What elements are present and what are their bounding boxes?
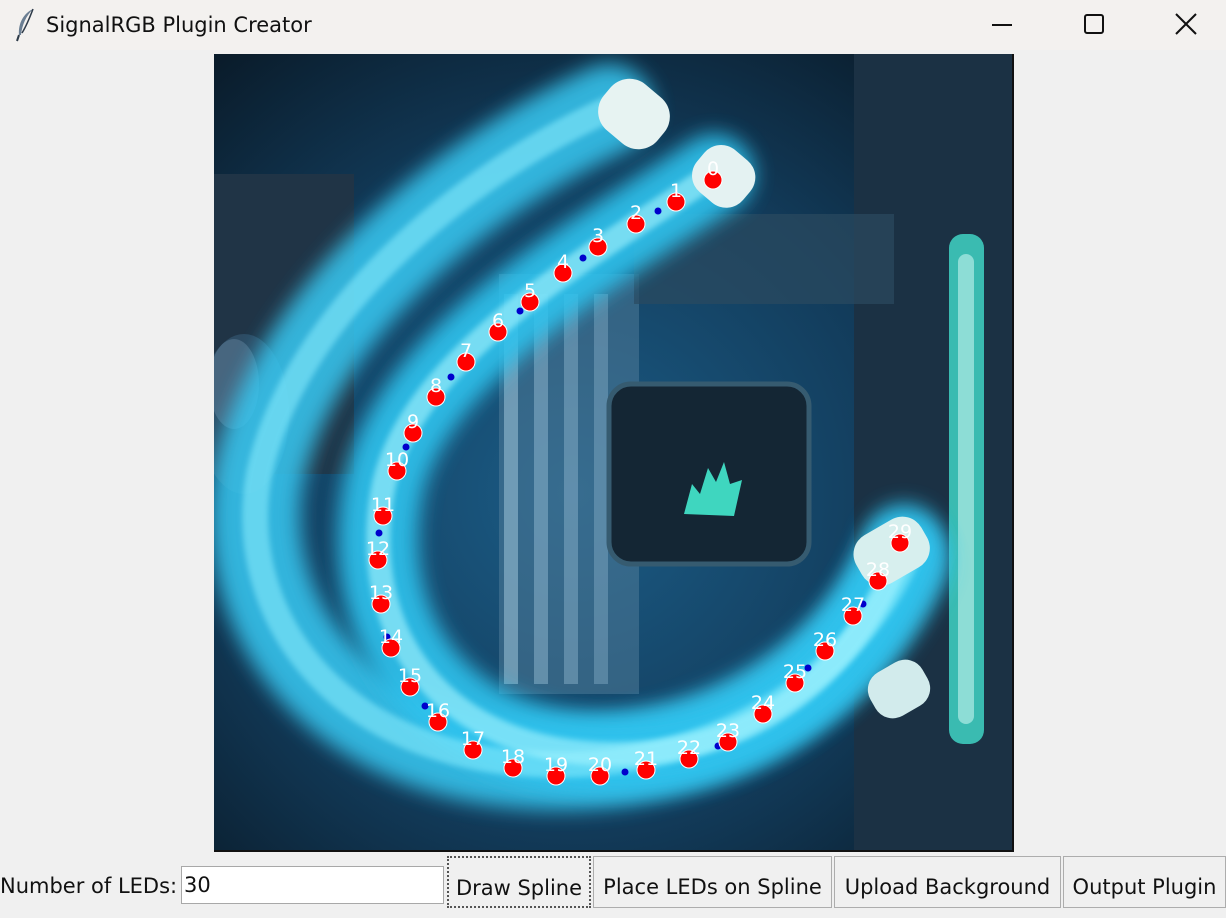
led-index-label: 25 [783,661,807,683]
led-index-label: 28 [866,559,890,581]
led-index-label: 18 [501,746,525,768]
led-index-label: 1 [670,180,682,202]
feather-icon [14,7,38,43]
maximize-icon [1084,14,1104,34]
output-plugin-button[interactable]: Output Plugin [1063,856,1226,908]
led-index-label: 11 [371,494,395,516]
led-index-label: 14 [379,626,403,648]
led-index-label: 5 [524,280,536,302]
spline-control-point[interactable] [516,307,524,315]
leds-count-input[interactable] [181,866,444,904]
led-index-label: 26 [813,629,837,651]
maximize-button[interactable] [1048,0,1140,50]
led-index-label: 0 [707,158,719,180]
leds-count-label: Number of LEDs: [0,874,178,898]
led-index-label: 17 [461,728,485,750]
upload-background-button[interactable]: Upload Background [834,856,1061,908]
led-index-label: 24 [751,692,775,714]
draw-spline-button[interactable]: Draw Spline [447,856,591,908]
led-index-label: 8 [430,375,442,397]
minimize-icon [992,24,1012,26]
spline-control-point[interactable] [447,373,455,381]
led-index-label: 16 [426,700,450,722]
led-index-label: 22 [677,737,701,759]
spline-control-point[interactable] [579,254,587,262]
minimize-button[interactable] [956,0,1048,50]
led-index-label: 6 [492,310,504,332]
led-index-label: 7 [460,340,472,362]
spline-control-point[interactable] [621,768,629,776]
title-bar: SignalRGB Plugin Creator [0,0,1226,50]
spline-control-point[interactable] [375,529,383,537]
led-index-label: 4 [557,251,569,273]
bottom-toolbar: Number of LEDs: Draw Spline Place LEDs o… [0,856,1226,908]
led-index-label: 2 [630,202,642,224]
led-index-label: 12 [366,538,390,560]
background-photo [214,54,1012,850]
led-index-label: 19 [544,754,568,776]
led-index-label: 21 [634,748,658,770]
led-index-label: 29 [888,521,912,543]
led-index-label: 27 [841,594,865,616]
led-index-label: 23 [716,720,740,742]
led-index-label: 15 [398,665,422,687]
spline-control-point[interactable] [654,207,662,215]
close-icon [1175,13,1197,35]
led-index-label: 9 [407,411,419,433]
led-index-label: 3 [592,225,604,247]
window-title: SignalRGB Plugin Creator [46,13,312,37]
led-index-label: 10 [385,449,409,471]
close-button[interactable] [1140,0,1226,50]
place-leds-button[interactable]: Place LEDs on Spline [593,856,832,908]
led-index-label: 20 [588,754,612,776]
led-index-label: 13 [369,582,393,604]
spline-canvas[interactable]: 0 1 2 3 4 5 6 7 8 9 10 11 12 13 14 15 16 17 18 19 20 21 22 23 24… [214,54,1014,852]
